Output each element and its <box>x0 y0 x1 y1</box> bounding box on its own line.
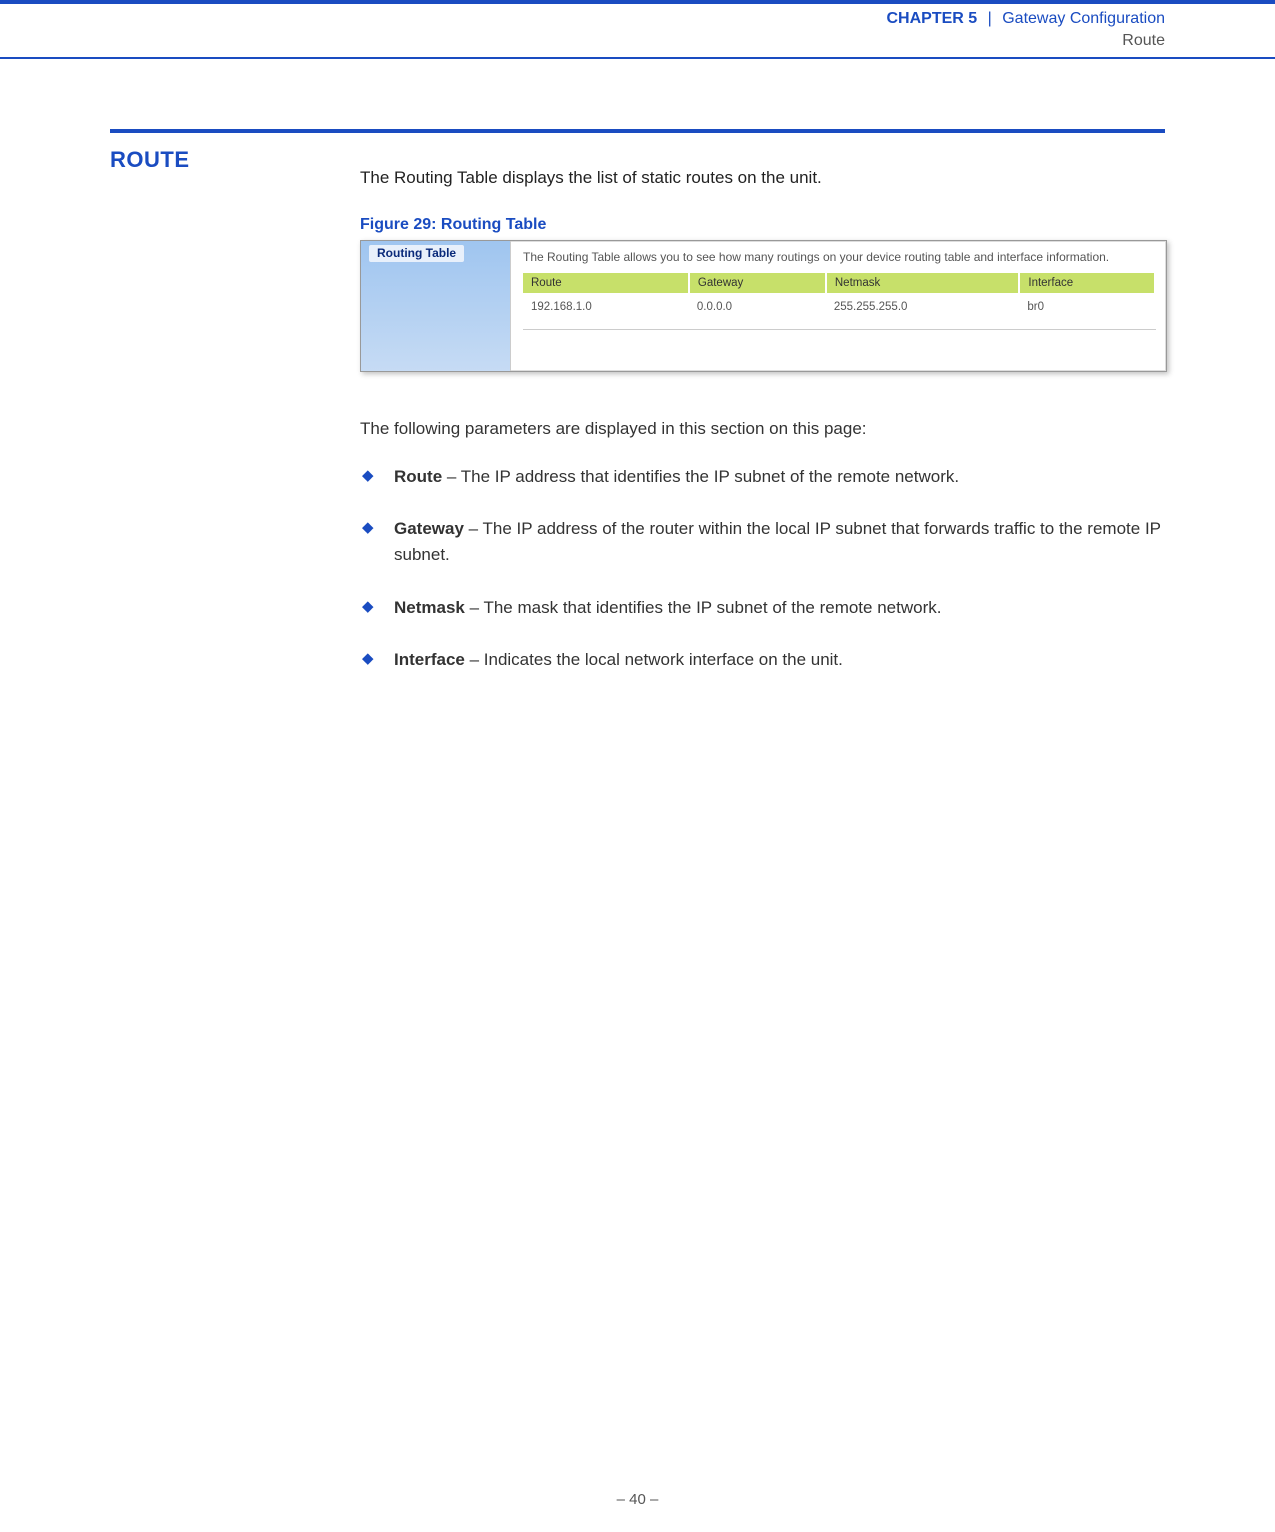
param-term: Interface <box>394 650 465 669</box>
parameter-list: Route – The IP address that identifies t… <box>360 464 1165 674</box>
following-text: The following parameters are displayed i… <box>360 416 1165 442</box>
col-gateway: Gateway <box>689 273 826 293</box>
param-desc: – The IP address of the router within th… <box>394 519 1161 564</box>
figure-main: The Routing Table allows you to see how … <box>511 241 1166 371</box>
list-item: Interface – Indicates the local network … <box>360 647 1165 673</box>
table-row: 192.168.1.0 0.0.0.0 255.255.255.0 br0 <box>523 293 1155 319</box>
figure-description: The Routing Table allows you to see how … <box>523 249 1156 265</box>
figure-sidebar-tab: Routing Table <box>369 245 464 262</box>
list-item: Route – The IP address that identifies t… <box>360 464 1165 490</box>
param-term: Netmask <box>394 598 465 617</box>
figure-divider <box>523 329 1156 330</box>
page-number: – 40 – <box>617 1491 659 1508</box>
chapter-line: CHAPTER 5 | Gateway Configuration <box>0 8 1165 30</box>
param-desc: – The mask that identifies the IP subnet… <box>465 598 942 617</box>
col-interface: Interface <box>1019 273 1155 293</box>
section-heading: ROUTE <box>110 147 360 173</box>
param-desc: – The IP address that identifies the IP … <box>442 467 959 486</box>
col-route: Route <box>523 273 689 293</box>
page-header: CHAPTER 5 | Gateway Configuration Route <box>0 0 1275 59</box>
cell-route: 192.168.1.0 <box>523 293 689 319</box>
page-footer: – 40 – <box>0 1491 1275 1508</box>
separator: | <box>988 10 992 27</box>
figure-sidebar: Routing Table <box>361 241 511 371</box>
section-heading-text: ROUTE <box>110 147 190 172</box>
col-netmask: Netmask <box>826 273 1020 293</box>
param-term: Gateway <box>394 519 464 538</box>
cell-interface: br0 <box>1019 293 1155 319</box>
list-item: Netmask – The mask that identifies the I… <box>360 595 1165 621</box>
figure-caption: Figure 29: Routing Table <box>360 216 1165 234</box>
param-term: Route <box>394 467 442 486</box>
section-intro: The Routing Table displays the list of s… <box>360 165 1165 191</box>
list-item: Gateway – The IP address of the router w… <box>360 516 1165 569</box>
cell-netmask: 255.255.255.0 <box>826 293 1020 319</box>
routing-table: Route Gateway Netmask Interface 192.168.… <box>523 273 1156 319</box>
cell-gateway: 0.0.0.0 <box>689 293 826 319</box>
figure-routing-table: Routing Table The Routing Table allows y… <box>360 240 1167 372</box>
section-rule <box>110 129 1165 133</box>
chapter-subtitle: Route <box>0 30 1165 52</box>
chapter-title: Gateway Configuration <box>1002 10 1165 27</box>
chapter-label: CHAPTER 5 <box>886 10 977 27</box>
param-desc: – Indicates the local network interface … <box>465 650 843 669</box>
